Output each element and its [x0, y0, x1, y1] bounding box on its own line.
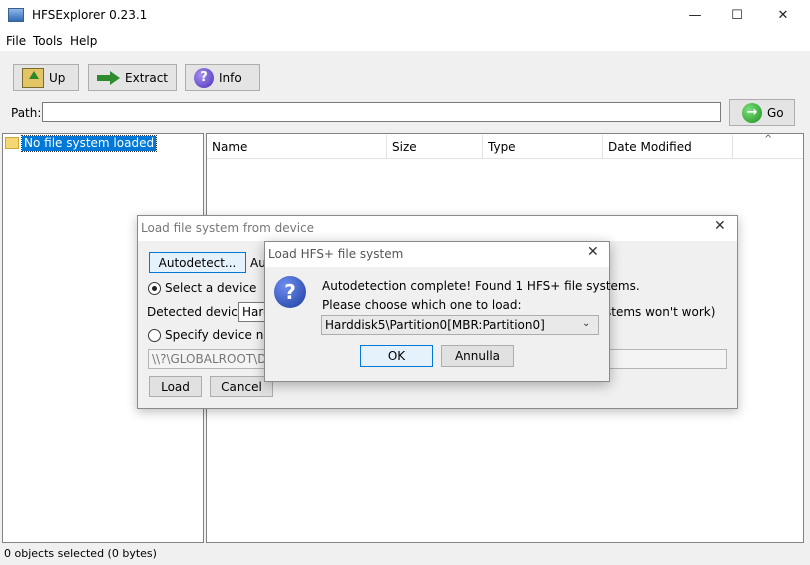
load-hfs-dialog-title: Load HFS+ file system — [268, 247, 404, 261]
question-icon: ? — [274, 276, 306, 308]
column-header-size[interactable]: Size — [387, 135, 483, 159]
maximize-button[interactable]: ☐ — [714, 0, 760, 31]
column-header-type[interactable]: Type — [483, 135, 603, 159]
path-input[interactable] — [42, 102, 721, 122]
select-device-radio[interactable] — [148, 282, 161, 295]
extract-button-label: Extract — [125, 70, 168, 85]
info-button[interactable]: ? Info — [185, 64, 260, 91]
up-button[interactable]: Up — [13, 64, 79, 91]
extract-arrow-icon — [97, 70, 121, 85]
menu-file[interactable]: File — [6, 34, 26, 48]
extract-button[interactable]: Extract — [88, 64, 177, 91]
autodetection-message: Autodetection complete! Found 1 HFS+ fil… — [322, 279, 640, 293]
annulla-button[interactable]: Annulla — [441, 345, 514, 367]
detected-devices-note: stems won't work) — [605, 305, 716, 319]
go-button-label: Go — [767, 105, 784, 120]
device-name-input-end[interactable] — [609, 349, 727, 369]
menu-bar — [0, 31, 810, 51]
path-label: Path: — [11, 106, 42, 120]
select-device-label: Select a device — [165, 281, 257, 295]
load-device-dialog-title: Load file system from device — [141, 221, 315, 235]
go-button[interactable]: → Go — [729, 99, 795, 126]
window-title: HFSExplorer 0.23.1 — [32, 8, 148, 22]
status-bar-text: 0 objects selected (0 bytes) — [4, 547, 157, 560]
load-hfs-dialog-close-icon[interactable]: ✕ — [587, 244, 599, 260]
load-button[interactable]: Load — [149, 376, 202, 397]
file-system-select[interactable]: Harddisk5\Partition0[MBR:Partition0] — [321, 315, 599, 335]
up-folder-icon — [22, 67, 44, 88]
load-device-dialog-close-icon[interactable]: ✕ — [714, 218, 726, 234]
autodetect-button[interactable]: Autodetect... — [149, 252, 246, 273]
column-header-date-modified[interactable]: Date Modified — [603, 135, 733, 159]
column-header-name[interactable]: Name — [207, 135, 387, 159]
sort-ascending-icon: ^ — [764, 134, 773, 145]
ok-button[interactable]: OK — [360, 345, 433, 367]
info-button-label: Info — [219, 70, 242, 85]
tree-root-item[interactable]: No file system loaded — [20, 135, 158, 152]
specify-device-radio[interactable] — [148, 329, 161, 342]
app-icon — [8, 8, 24, 22]
close-button[interactable]: ✕ — [760, 0, 806, 31]
device-name-input[interactable]: \\?\GLOBALROOT\Device — [148, 349, 268, 369]
minimize-button[interactable]: — — [672, 0, 718, 31]
info-icon: ? — [194, 67, 214, 88]
folder-icon — [5, 137, 19, 149]
choose-prompt: Please choose which one to load: — [322, 298, 522, 312]
go-arrow-icon: → — [742, 102, 762, 123]
menu-tools[interactable]: Tools — [33, 34, 63, 48]
menu-help[interactable]: Help — [70, 34, 97, 48]
chevron-down-icon[interactable]: ⌄ — [582, 318, 590, 329]
up-button-label: Up — [49, 70, 66, 85]
